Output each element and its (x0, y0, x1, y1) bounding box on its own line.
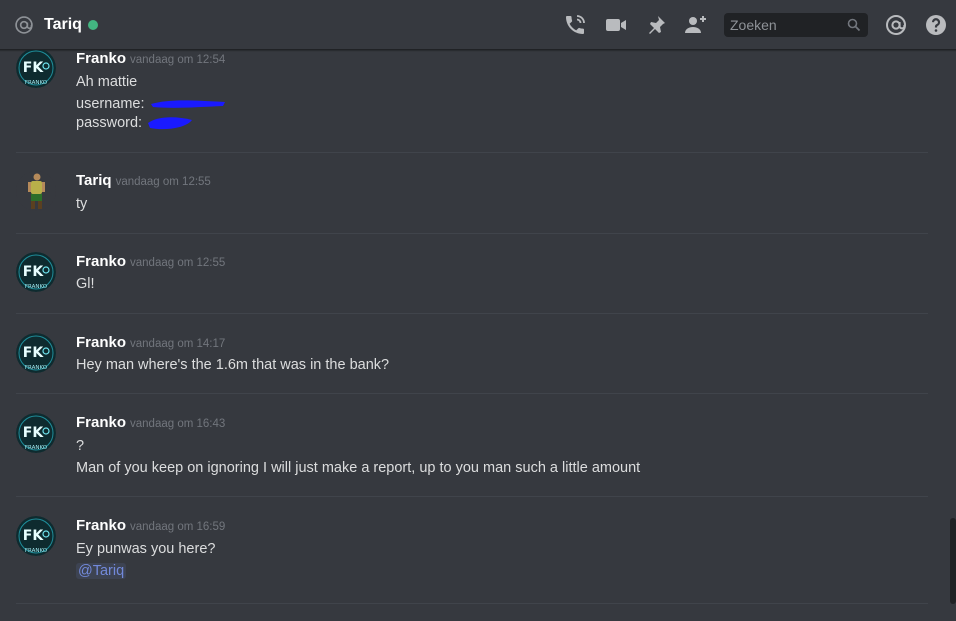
author-name[interactable]: Franko (76, 50, 126, 67)
message-header: Franko vandaag om 14:17 (76, 333, 225, 354)
search-input[interactable] (724, 13, 844, 37)
message-divider (16, 393, 928, 394)
message-text: Ah mattie (76, 74, 138, 90)
mentions-icon[interactable] (884, 13, 908, 37)
svg-text:FRANKO: FRANKO (25, 365, 48, 371)
message-header: Franko vandaag om 12:54 (76, 50, 225, 70)
user-mention[interactable]: @Tariq (76, 563, 127, 579)
at-sign-icon (15, 16, 33, 34)
message-header: Franko vandaag om 12:55 (76, 252, 225, 273)
message-text: Gl! (76, 276, 95, 292)
message-divider (16, 603, 928, 604)
svg-text:FK: FK (23, 425, 45, 441)
message-divider (16, 496, 928, 497)
message-text: Hey man where's the 1.6m that was in the… (76, 357, 390, 373)
help-icon[interactable] (924, 13, 948, 37)
author-name[interactable]: Franko (76, 334, 126, 351)
svg-text:FRANKO: FRANKO (25, 80, 48, 86)
message-text: username: (76, 96, 145, 112)
svg-text:FRANKO: FRANKO (25, 284, 48, 290)
author-name[interactable]: Franko (76, 517, 126, 534)
message-divider (16, 152, 928, 153)
add-friend-icon[interactable] (684, 13, 708, 37)
author-name[interactable]: Franko (76, 253, 126, 270)
video-call-icon[interactable] (604, 13, 628, 37)
svg-text:FK: FK (23, 264, 45, 280)
avatar[interactable]: FK FRANKO (16, 333, 56, 373)
message-line: username: (76, 94, 227, 114)
search-icon (847, 18, 861, 32)
svg-text:FK: FK (23, 528, 45, 544)
svg-text:FK: FK (23, 60, 45, 76)
message-line: password: (76, 113, 194, 133)
svg-text:FRANKO: FRANKO (25, 445, 48, 451)
pin-icon[interactable] (644, 13, 668, 37)
message-text: Ey punwas you here? (76, 541, 216, 557)
channel-header: Tariq (0, 0, 956, 50)
timestamp: vandaag om 16:43 (130, 418, 226, 430)
timestamp: vandaag om 14:17 (130, 338, 226, 350)
timestamp: vandaag om 12:55 (115, 176, 211, 188)
svg-text:FK: FK (23, 345, 45, 361)
scrollbar-thumb[interactable] (950, 518, 956, 604)
online-status-indicator (88, 20, 98, 30)
avatar[interactable]: FK FRANKO (16, 413, 56, 453)
avatar[interactable]: FK FRANKO (16, 50, 56, 88)
message-line: @Tariq (76, 561, 127, 581)
message-header: Tariq vandaag om 12:55 (76, 171, 211, 192)
timestamp: vandaag om 16:59 (130, 521, 226, 533)
message-list: FK FRANKO Franko vandaag om 12:54 Ah matt… (0, 50, 944, 621)
timestamp: vandaag om 12:55 (130, 257, 226, 269)
avatar[interactable]: FK FRANKO (16, 516, 56, 556)
message-text: ty (76, 196, 88, 212)
redaction-scribble (148, 117, 193, 130)
redaction-scribble (150, 100, 225, 109)
svg-text:FRANKO: FRANKO (25, 548, 48, 554)
message-text: password: (76, 115, 143, 131)
message-divider (16, 233, 928, 234)
author-name[interactable]: Tariq (76, 172, 112, 189)
timestamp: vandaag om 12:54 (130, 54, 226, 66)
message-header: Franko vandaag om 16:59 (76, 516, 225, 537)
message-text: ? (76, 438, 85, 454)
avatar[interactable]: FK FRANKO (16, 252, 56, 292)
author-name[interactable]: Franko (76, 414, 126, 431)
message-divider (16, 313, 928, 314)
message-header: Franko vandaag om 16:43 (76, 413, 225, 434)
channel-title: Tariq (44, 16, 82, 33)
message-text: Man of you keep on ignoring I will just … (76, 460, 641, 476)
search-bar[interactable] (724, 13, 868, 37)
avatar[interactable] (16, 171, 56, 211)
call-icon[interactable] (563, 13, 587, 37)
